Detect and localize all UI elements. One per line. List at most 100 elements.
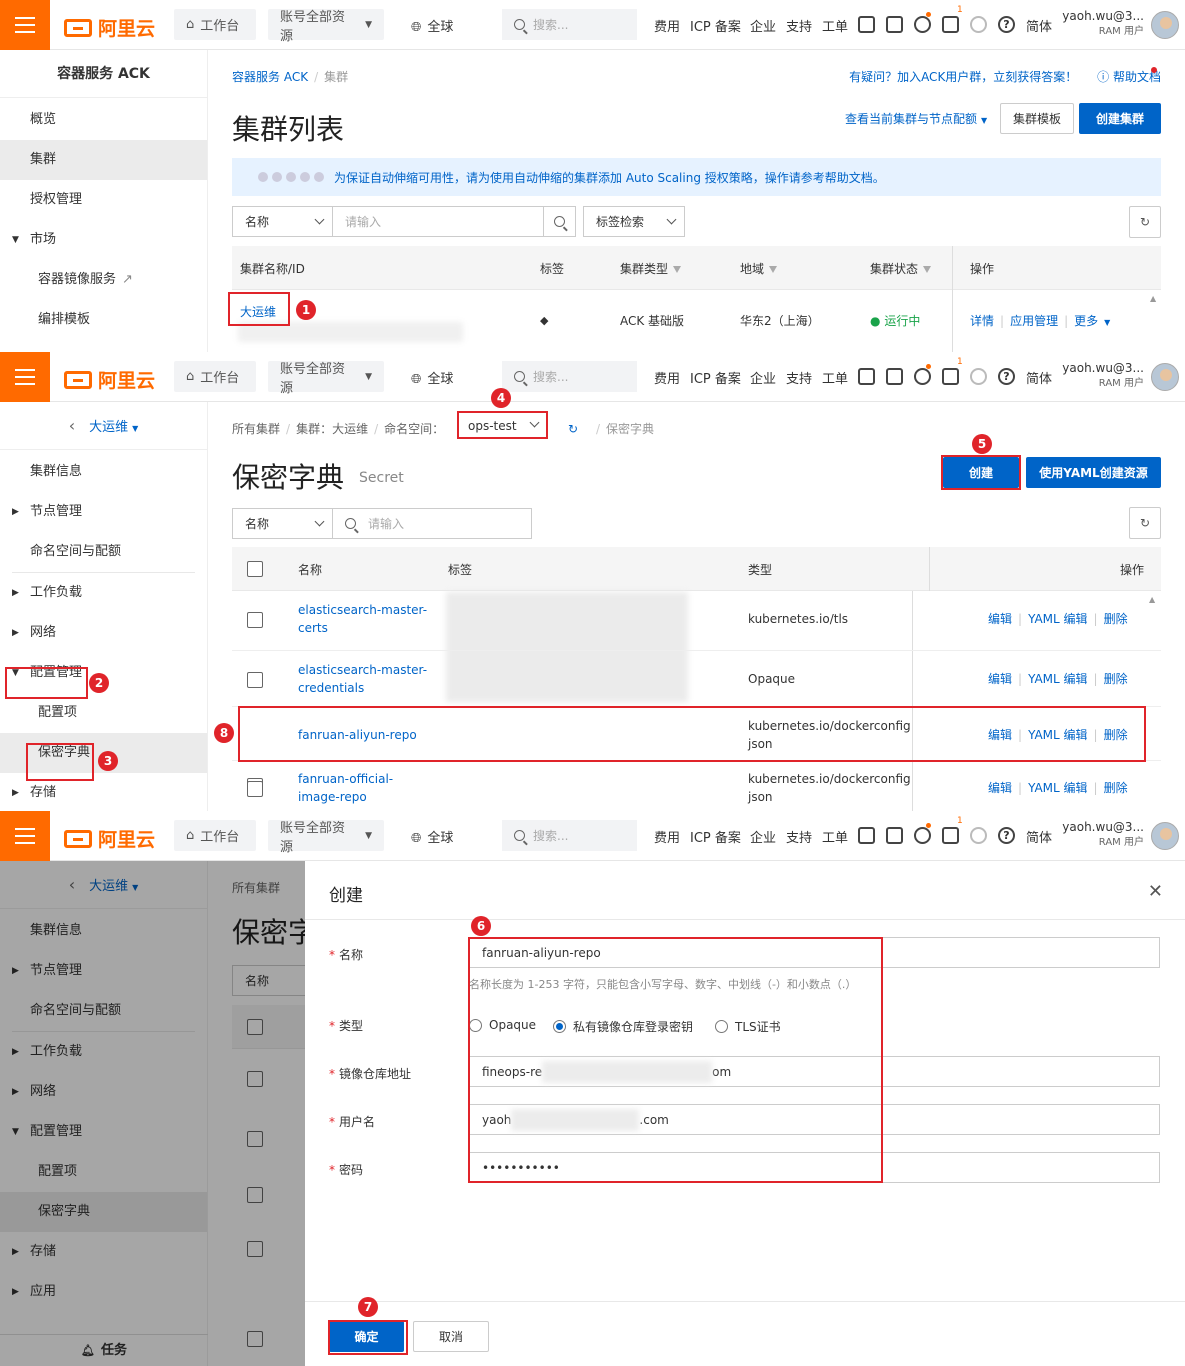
sidebar-item-network[interactable]: ▶ 网络 [0, 613, 207, 653]
tag-icon[interactable]: ◆ [540, 312, 548, 330]
refresh-icon[interactable]: ↻ [568, 422, 578, 436]
region-selector[interactable]: 🌐︎ 全球 [411, 16, 453, 35]
lightbulb-icon[interactable] [970, 368, 987, 385]
nav-enterprise[interactable]: 企业 [750, 827, 776, 846]
language-switch[interactable]: 简体 [1026, 827, 1052, 846]
avatar[interactable] [1151, 11, 1179, 39]
nav-fees[interactable]: 费用 [654, 368, 680, 387]
edit-link[interactable]: 编辑 [988, 612, 1012, 626]
secret-name-link[interactable]: elasticsearch-master-credentials [298, 661, 427, 697]
workbench-button[interactable]: ⌂ 工作台 [174, 361, 256, 392]
search-button[interactable] [543, 206, 576, 237]
language-switch[interactable]: 简体 [1026, 368, 1052, 387]
lightbulb-icon[interactable] [970, 16, 987, 33]
terminal-icon[interactable] [886, 827, 903, 844]
nav-enterprise[interactable]: 企业 [750, 16, 776, 35]
cluster-template-button[interactable]: 集群模板 [1000, 103, 1074, 134]
menu-icon[interactable] [0, 352, 50, 402]
delete-link[interactable]: 删除 [1104, 672, 1128, 686]
sidebar-item-nodes[interactable]: ▶ 节点管理 [0, 492, 207, 532]
breadcrumb-ack[interactable]: 容器服务 ACK [232, 70, 308, 84]
select-all-checkbox[interactable] [247, 561, 263, 577]
edit-link[interactable]: 编辑 [988, 781, 1012, 795]
filter-input[interactable]: 请输入 [332, 206, 544, 237]
yaml-edit-link[interactable]: YAML 编辑 [1028, 672, 1087, 686]
avatar[interactable] [1151, 363, 1179, 391]
modal-overlay[interactable] [0, 861, 305, 1366]
bell-icon[interactable] [914, 16, 931, 33]
nav-support[interactable]: 支持 [786, 16, 812, 35]
cluster-switcher[interactable]: ‹ 大运维 ▼ [0, 402, 207, 450]
yaml-edit-link[interactable]: YAML 编辑 [1028, 781, 1087, 795]
aliyun-logo[interactable]: 阿里云 [64, 366, 155, 393]
app-manage-link[interactable]: 应用管理 [1010, 314, 1058, 328]
secret-name-link[interactable]: elasticsearch-master-certs [298, 601, 427, 637]
nav-enterprise[interactable]: 企业 [750, 368, 776, 387]
scroll-up-icon[interactable]: ▲ [1150, 294, 1156, 303]
help-icon[interactable]: ? [998, 16, 1015, 33]
nav-ticket[interactable]: 工单 [822, 368, 848, 387]
help-icon[interactable]: ? [998, 368, 1015, 385]
resources-dropdown[interactable]: 账号全部资源 ▼ [268, 361, 384, 396]
row-checkbox[interactable] [247, 672, 263, 688]
lightbulb-icon[interactable] [970, 827, 987, 844]
search-input[interactable]: 搜索... [502, 361, 637, 392]
sidebar-item-market[interactable]: ▼ 市场 [0, 220, 207, 260]
sidebar-item-overview[interactable]: 概览 [0, 100, 207, 140]
col-region[interactable]: 地域 [740, 260, 778, 277]
sidebar-item-cluster-info[interactable]: 集群信息 [0, 452, 207, 492]
tag-search-select[interactable]: 标签检索 [583, 206, 685, 237]
nav-support[interactable]: 支持 [786, 368, 812, 387]
resources-dropdown[interactable]: 账号全部资源 ▼ [268, 9, 384, 44]
nav-icp[interactable]: ICP 备案 [690, 827, 741, 846]
breadcrumb-cluster[interactable]: 集群：大运维 [296, 422, 368, 436]
bell-icon[interactable] [914, 827, 931, 844]
nav-icp[interactable]: ICP 备案 [690, 16, 741, 35]
refresh-button[interactable]: ↻ [1129, 507, 1161, 539]
search-input[interactable]: 搜索... [502, 820, 637, 851]
cloud-shell-icon[interactable] [858, 827, 875, 844]
refresh-button[interactable]: ↻ [1129, 206, 1161, 238]
user-info[interactable]: yaoh.wu@3... RAM 用户 [1062, 820, 1144, 850]
cloud-shell-icon[interactable] [858, 368, 875, 385]
create-yaml-button[interactable]: 使用YAML创建资源 [1026, 457, 1161, 488]
sidebar-item-namespaces[interactable]: 命名空间与配额 [0, 532, 207, 572]
cancel-button[interactable]: 取消 [413, 1321, 489, 1352]
secret-name-link[interactable]: fanruan-official-image-repo [298, 770, 393, 806]
back-arrow-icon[interactable]: ‹ [69, 416, 75, 435]
terminal-icon[interactable] [886, 368, 903, 385]
sidebar-item-templates[interactable]: 编排模板 [0, 300, 207, 340]
close-icon[interactable]: ✕ [1148, 881, 1163, 902]
join-group-link[interactable]: 有疑问？加入ACK用户群，立刻获得答案！ [849, 70, 1077, 84]
scroll-up-icon[interactable]: ▲ [1149, 595, 1155, 604]
avatar[interactable] [1151, 822, 1179, 850]
cloud-shell-icon[interactable] [858, 16, 875, 33]
cart-icon[interactable] [942, 368, 959, 385]
nav-fees[interactable]: 费用 [654, 16, 680, 35]
breadcrumb-all-clusters[interactable]: 所有集群 [232, 422, 280, 436]
menu-icon[interactable] [0, 0, 50, 50]
menu-icon[interactable] [0, 811, 50, 861]
nav-fees[interactable]: 费用 [654, 827, 680, 846]
nav-support[interactable]: 支持 [786, 827, 812, 846]
nav-icp[interactable]: ICP 备案 [690, 368, 741, 387]
aliyun-logo[interactable]: 阿里云 [64, 825, 155, 852]
more-link[interactable]: 更多 [1074, 314, 1098, 328]
nav-ticket[interactable]: 工单 [822, 16, 848, 35]
filter-field-select[interactable]: 名称 [232, 206, 333, 237]
workbench-button[interactable]: ⌂ 工作台 [174, 820, 256, 851]
language-switch[interactable]: 简体 [1026, 16, 1052, 35]
workbench-button[interactable]: ⌂ 工作台 [174, 9, 256, 40]
row-checkbox[interactable] [247, 612, 263, 628]
nav-ticket[interactable]: 工单 [822, 827, 848, 846]
cart-icon[interactable] [942, 16, 959, 33]
terminal-icon[interactable] [886, 16, 903, 33]
help-icon[interactable]: ? [998, 827, 1015, 844]
quota-link[interactable]: 查看当前集群与节点配额 ▼ [845, 110, 987, 127]
create-cluster-button[interactable]: 创建集群 [1079, 103, 1161, 134]
cart-icon[interactable] [942, 827, 959, 844]
yaml-edit-link[interactable]: YAML 编辑 [1028, 612, 1087, 626]
region-selector[interactable]: 🌐︎ 全球 [411, 368, 453, 387]
sidebar-item-registry[interactable]: 容器镜像服务 ↗ [0, 260, 207, 300]
user-info[interactable]: yaoh.wu@3... RAM 用户 [1062, 361, 1144, 391]
